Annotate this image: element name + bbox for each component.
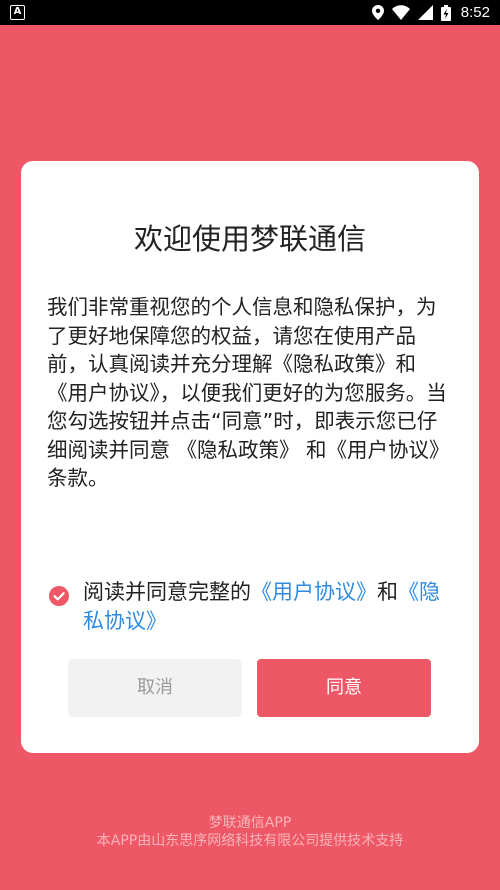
check-icon[interactable]: [49, 586, 69, 606]
dialog-body-text: 我们非常重视您的个人信息和隐私保护，为了更好地保障您的权益，请您在使用产品前，认…: [47, 295, 450, 490]
dialog-title: 欢迎使用梦联通信: [133, 222, 366, 256]
privacy-dialog: 欢迎使用梦联通信 我们非常重视您的个人信息和隐私保护，为了更好地保障您的权益，请…: [21, 161, 479, 753]
footer-support-text: 本APP由山东思序网络科技有限公司提供技术支持: [96, 833, 404, 849]
app-notification-icon: A: [10, 5, 25, 20]
footer-app-name: 梦联通信APP: [208, 815, 292, 831]
status-bar: A 8:52: [0, 0, 500, 25]
user-agreement-link[interactable]: 《用户协议》: [251, 580, 377, 604]
agree-text: 阅读并同意完整的《用户协议》和《隐私协议》: [83, 578, 453, 636]
agree-conjunction: 和: [377, 580, 398, 604]
status-time: 8:52: [460, 4, 490, 21]
cancel-button[interactable]: 取消: [68, 659, 242, 717]
agree-prefix: 阅读并同意完整的: [83, 580, 251, 604]
signal-icon: [417, 5, 433, 20]
agree-button[interactable]: 同意: [257, 659, 431, 717]
location-icon: [371, 5, 384, 20]
status-icons: 8:52: [371, 0, 490, 25]
wifi-icon: [391, 5, 410, 20]
battery-icon: [440, 4, 451, 21]
